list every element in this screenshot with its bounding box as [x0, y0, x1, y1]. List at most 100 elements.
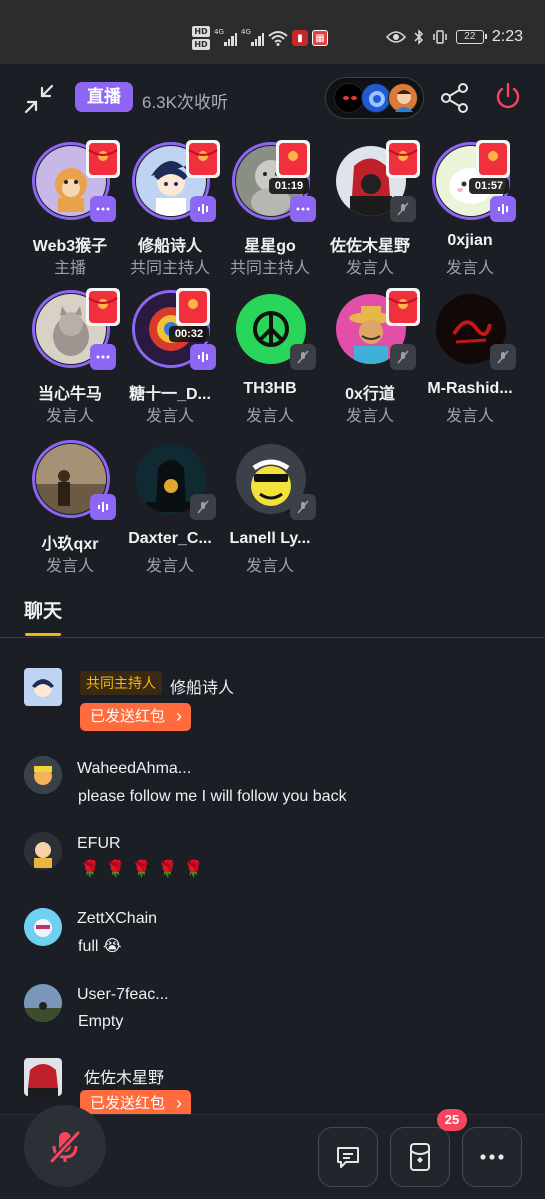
- speaker-name: 佐佐木星野: [329, 238, 410, 255]
- speaker-name: Daxter_C...: [128, 530, 212, 547]
- avatar: [388, 83, 418, 113]
- chat-username[interactable]: EFUR: [77, 835, 121, 853]
- chat-username[interactable]: User-7feac...: [77, 986, 169, 1004]
- speaker-role: 发言人: [145, 408, 194, 425]
- chat-button[interactable]: [318, 1127, 378, 1187]
- chat-username[interactable]: WaheedAhma...: [77, 760, 191, 778]
- mic-muted-icon: [290, 344, 316, 370]
- speaker-tile[interactable]: 佐佐木星野 发言人: [318, 132, 422, 277]
- tab-chat[interactable]: 聊天: [24, 596, 62, 623]
- chat-text: full 😭: [78, 938, 122, 955]
- speaker-name: M-Rashid...: [427, 380, 513, 397]
- chat-text: please follow me I will follow you back: [78, 788, 347, 805]
- avatar[interactable]: [24, 832, 62, 870]
- divider: [0, 637, 545, 638]
- speaker-tile[interactable]: 0x行道 发言人: [318, 280, 422, 425]
- mic-toggle-button[interactable]: [24, 1105, 106, 1187]
- tab-indicator: [25, 633, 61, 636]
- red-packet-button[interactable]: [390, 1127, 450, 1187]
- speaking-indicator-icon: [90, 494, 116, 520]
- mic-notification-icon: ▮: [292, 30, 308, 46]
- speaker-role: 发言人: [345, 260, 394, 277]
- avatar[interactable]: [24, 984, 62, 1022]
- red-packet-timer: 01:57: [469, 178, 509, 194]
- more-dots-icon: [90, 196, 116, 222]
- speaker-name: 修船诗人: [137, 238, 202, 255]
- speaker-role: 发言人: [45, 408, 94, 425]
- mic-muted-icon: [190, 494, 216, 520]
- vibrate-icon: [433, 30, 447, 44]
- speaker-name: Web3猴子: [32, 238, 108, 255]
- speaker-role: 发言人: [145, 558, 194, 575]
- share-icon[interactable]: [439, 82, 471, 114]
- speaker-role: 发言人: [245, 558, 294, 575]
- mic-muted-icon: [390, 344, 416, 370]
- more-button[interactable]: [462, 1127, 522, 1187]
- live-badge: 直播: [75, 82, 133, 112]
- mic-muted-icon: [48, 1129, 82, 1165]
- minimize-icon[interactable]: [22, 82, 56, 116]
- status-right: 22 2:23: [385, 28, 523, 46]
- speaker-tile[interactable]: 当心牛马 发言人: [18, 280, 122, 425]
- mic-muted-icon: [390, 196, 416, 222]
- hd-label: HD: [192, 26, 210, 37]
- speaker-name: 小玖qxr: [41, 536, 99, 553]
- speaker-tile[interactable]: Daxter_C... 发言人: [118, 430, 222, 575]
- speaker-role: 发言人: [345, 408, 394, 425]
- status-left: HD HD 4G 4G ▮ ▦: [192, 26, 328, 50]
- speaker-tile[interactable]: 00:32 糖十一_D... 发言人: [118, 280, 222, 425]
- chat-username[interactable]: ZettXChain: [77, 910, 157, 928]
- hd-label: HD: [192, 39, 210, 50]
- avatar[interactable]: [24, 1058, 62, 1096]
- cohost-badge: 共同主持人: [80, 671, 162, 695]
- more-dots-icon: [290, 196, 316, 222]
- room-header: 直播 6.3K次收听: [0, 64, 545, 132]
- clock: 2:23: [491, 28, 523, 45]
- speaker-tile[interactable]: Web3猴子 主播: [18, 132, 122, 277]
- speaking-indicator-icon: [190, 344, 216, 370]
- host-avatars-pill[interactable]: [325, 77, 424, 119]
- speaker-role: 发言人: [245, 408, 294, 425]
- speaker-name: 0xjian: [447, 232, 493, 249]
- speaker-tile[interactable]: 修船诗人 共同主持人: [118, 132, 222, 277]
- speaker-tile[interactable]: M-Rashid... 发言人: [418, 280, 522, 425]
- avatar: [361, 83, 391, 113]
- speaker-role: 发言人: [445, 408, 494, 425]
- red-packet-icon[interactable]: [472, 134, 514, 182]
- leave-power-icon[interactable]: [494, 82, 522, 112]
- speaking-indicator-icon: [190, 196, 216, 222]
- red-packet-sent-button[interactable]: 已发送红包: [80, 702, 192, 731]
- battery-icon: 22: [455, 30, 487, 44]
- red-packet-timer: 01:19: [269, 178, 309, 194]
- app-notification-icon: ▦: [312, 30, 328, 46]
- speaker-role: 发言人: [45, 558, 94, 575]
- speaker-role: 共同主持人: [229, 260, 310, 277]
- speaker-tile[interactable]: TH3HB 发言人: [218, 280, 322, 425]
- speaker-name: 当心牛马: [37, 386, 102, 403]
- chat-username[interactable]: 佐佐木星野: [84, 1064, 164, 1088]
- avatar[interactable]: [24, 668, 62, 706]
- speaker-role: 共同主持人: [129, 260, 210, 277]
- red-packet-icon[interactable]: [172, 282, 214, 330]
- chat-bubble-icon: [337, 1147, 359, 1168]
- signal-icon: 4G: [241, 28, 264, 46]
- speaking-indicator-icon: [490, 196, 516, 222]
- speaker-role: 主播: [53, 260, 86, 277]
- avatar[interactable]: [24, 756, 62, 794]
- red-packet-timer: 00:32: [169, 326, 209, 342]
- notification-count-badge: 25: [437, 1109, 467, 1131]
- speaker-tile[interactable]: 01:57 0xjian 发言人: [418, 132, 522, 277]
- chat-username[interactable]: 修船诗人: [170, 674, 234, 698]
- status-bar: HD HD 4G 4G ▮ ▦ 22 2:23: [0, 0, 545, 64]
- avatar[interactable]: [24, 908, 62, 946]
- speaker-role: 发言人: [445, 260, 494, 277]
- bottom-bar: 25: [0, 1105, 545, 1199]
- chat-text: 🌹🌹🌹🌹🌹: [80, 861, 210, 878]
- speaker-tile[interactable]: 小玖qxr 发言人: [18, 430, 122, 575]
- avatar: [334, 83, 364, 113]
- red-packet-icon[interactable]: [272, 134, 314, 182]
- signal-icon: 4G: [214, 28, 237, 46]
- speaker-tile[interactable]: Lanell Ly... 发言人: [218, 430, 322, 575]
- speaker-tile[interactable]: 01:19 星星go 共同主持人: [218, 132, 322, 277]
- eye-icon: [385, 31, 406, 43]
